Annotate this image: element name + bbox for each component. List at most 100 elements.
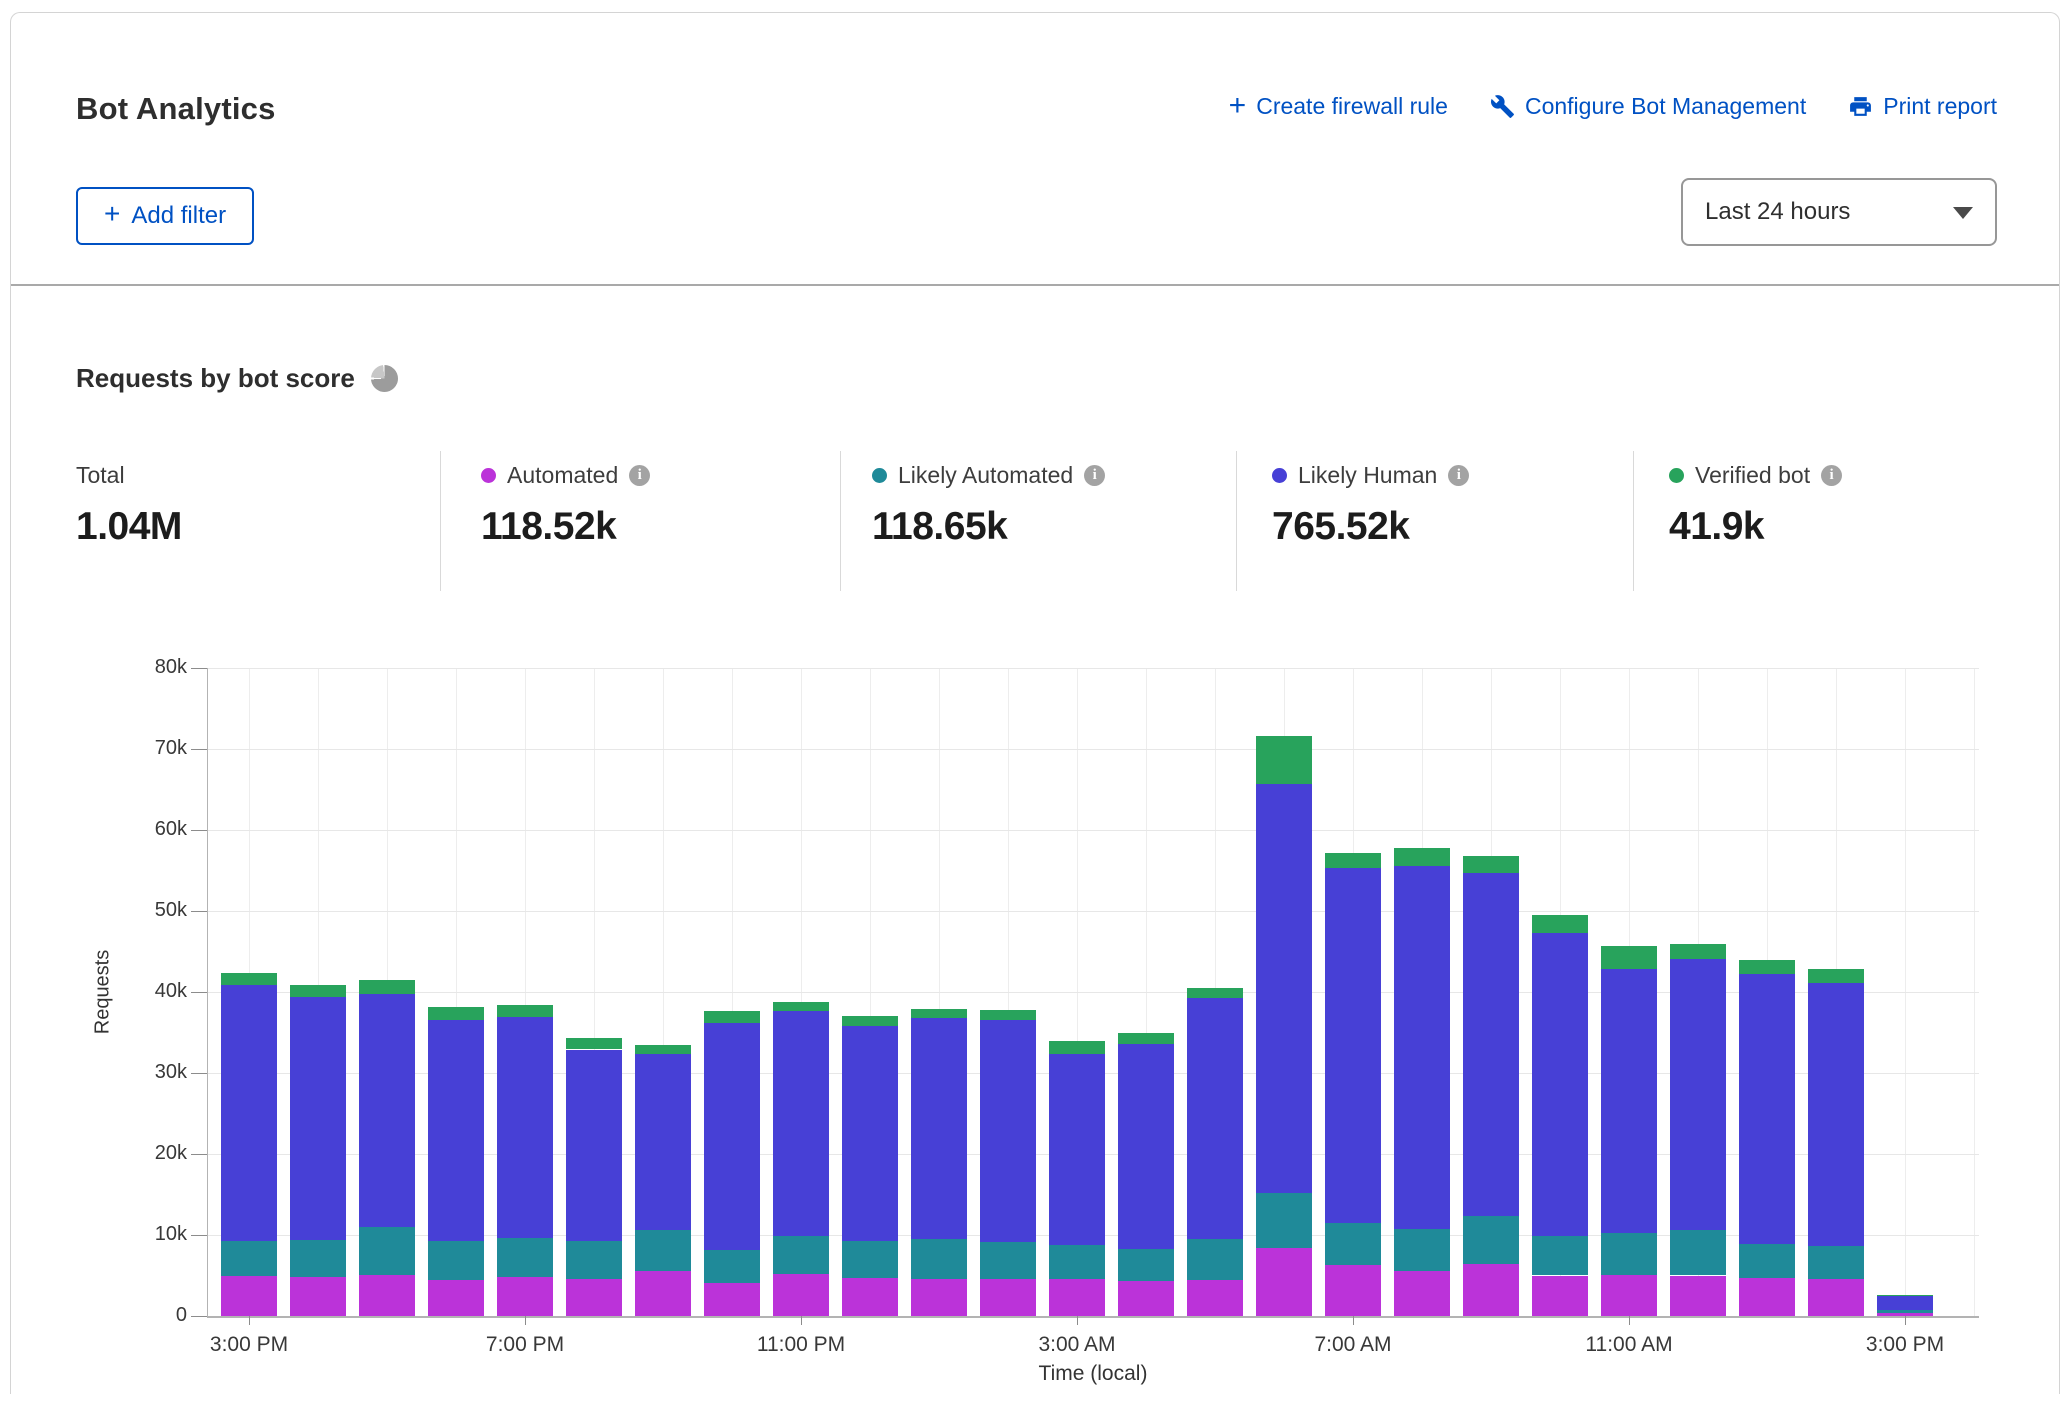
bar-segment-likely-automated [497, 1238, 553, 1277]
bar-segment-likely-human [1256, 784, 1312, 1193]
bot-analytics-page: Bot Analytics + Create firewall rule Con… [0, 0, 2070, 1394]
bar-segment-likely-human [221, 985, 277, 1241]
y-tick-label: 20k [97, 1142, 187, 1165]
print-report-label: Print report [1883, 93, 1997, 120]
bar-segment-likely-human [635, 1054, 691, 1231]
info-icon[interactable]: i [1084, 465, 1105, 486]
bar-segment-verified-bot [497, 1005, 553, 1017]
bar-segment-likely-automated [1325, 1223, 1381, 1265]
stat-label: Automated [507, 462, 618, 489]
y-tick-label: 70k [97, 737, 187, 760]
x-tick [525, 1316, 526, 1325]
bar-segment-likely-automated [842, 1241, 898, 1277]
bar-segment-likely-automated [635, 1230, 691, 1271]
bar-segment-automated [1325, 1265, 1381, 1316]
analytics-card: Bot Analytics + Create firewall rule Con… [10, 12, 2060, 1394]
bar-segment-automated [1532, 1276, 1588, 1317]
create-firewall-rule-link[interactable]: + Create firewall rule [1229, 93, 1448, 120]
bar-segment-automated [1670, 1276, 1726, 1317]
x-tick [1629, 1316, 1630, 1325]
y-tick-label: 60k [97, 818, 187, 841]
bar-segment-verified-bot [221, 973, 277, 984]
bar-segment-likely-human [704, 1023, 760, 1251]
bar-segment-likely-automated [1256, 1193, 1312, 1248]
stat-label: Likely Human [1298, 462, 1437, 489]
stat-value: 118.65k [872, 505, 1105, 549]
bar-segment-automated [980, 1279, 1036, 1316]
y-tick-label: 0 [97, 1304, 187, 1327]
stat-value: 41.9k [1669, 505, 1842, 549]
page-title: Bot Analytics [76, 91, 276, 127]
x-tick-label: 3:00 PM [179, 1333, 319, 1357]
legend-dot [481, 468, 496, 483]
stat-divider [440, 451, 441, 591]
bar-segment-likely-human [1187, 998, 1243, 1239]
bar-segment-likely-human [1601, 969, 1657, 1234]
stat-head: Verified bot i [1669, 461, 1842, 489]
bar-segment-verified-bot [911, 1009, 967, 1018]
stat-col-total: Total1.04M [76, 461, 182, 549]
bar-segment-verified-bot [704, 1011, 760, 1022]
bar-segment-verified-bot [1739, 960, 1795, 975]
y-tick-label: 50k [97, 899, 187, 922]
y-tick [191, 1316, 207, 1317]
bar-segment-likely-human [1670, 959, 1726, 1230]
x-tick [1905, 1316, 1906, 1325]
bar-segment-likely-human [290, 997, 346, 1240]
add-filter-button[interactable]: + Add filter [76, 187, 254, 245]
stat-label: Likely Automated [898, 462, 1073, 489]
card-header: Bot Analytics + Create firewall rule Con… [11, 13, 2059, 286]
x-tick-label: 7:00 AM [1283, 1333, 1423, 1357]
x-tick-label: 3:00 AM [1007, 1333, 1147, 1357]
header-actions: + Create firewall rule Configure Bot Man… [1229, 93, 1997, 120]
stat-divider [840, 451, 841, 591]
bar-segment-automated [1463, 1264, 1519, 1316]
bar-segment-automated [1118, 1281, 1174, 1316]
legend-dot [872, 468, 887, 483]
requests-by-bot-score-chart: Requests Time (local) 010k20k30k40k50k60… [11, 613, 2070, 1407]
stat-divider [1633, 451, 1634, 591]
bar-segment-automated [842, 1278, 898, 1316]
bar-segment-verified-bot [1256, 736, 1312, 784]
bar-segment-verified-bot [1325, 853, 1381, 868]
bar-segment-likely-automated [359, 1227, 415, 1275]
bar-segment-likely-automated [221, 1241, 277, 1277]
x-tick [1077, 1316, 1078, 1325]
time-range-select[interactable]: Last 24 hours [1681, 178, 1997, 246]
bar-segment-likely-automated [1463, 1216, 1519, 1264]
configure-bot-management-link[interactable]: Configure Bot Management [1490, 93, 1806, 120]
info-icon[interactable]: i [1821, 465, 1842, 486]
info-icon[interactable]: i [1448, 465, 1469, 486]
bar-segment-verified-bot [1808, 969, 1864, 984]
y-tick-label: 30k [97, 1061, 187, 1084]
bar-segment-likely-automated [566, 1241, 622, 1279]
bar-segment-automated [221, 1276, 277, 1316]
plus-icon: + [1229, 96, 1247, 116]
x-tick [1353, 1316, 1354, 1325]
bar-segment-likely-human [1739, 974, 1795, 1244]
x-tick [801, 1316, 802, 1325]
info-icon[interactable]: i [629, 465, 650, 486]
bar-segment-likely-automated [428, 1241, 484, 1279]
bar-segment-verified-bot [566, 1038, 622, 1049]
y-tick [191, 830, 207, 831]
bar-segment-likely-automated [1118, 1249, 1174, 1281]
bar-segment-likely-human [980, 1020, 1036, 1242]
chevron-down-icon [1953, 207, 1973, 219]
time-range-value: Last 24 hours [1683, 198, 1850, 226]
bar-segment-automated [1256, 1248, 1312, 1316]
stat-value: 765.52k [1272, 505, 1469, 549]
stat-col-likely-automated: Likely Automated i 118.65k [872, 461, 1105, 549]
create-firewall-rule-label: Create firewall rule [1256, 93, 1448, 120]
x-axis-title: Time (local) [1039, 1362, 1148, 1386]
stat-label: Verified bot [1695, 462, 1810, 489]
x-tick-label: 11:00 AM [1559, 1333, 1699, 1357]
bar-segment-verified-bot [428, 1007, 484, 1020]
bar-segment-likely-automated [1394, 1229, 1450, 1271]
bar-segment-likely-human [566, 1050, 622, 1241]
print-report-link[interactable]: Print report [1848, 93, 1997, 120]
bar-segment-likely-human [359, 994, 415, 1226]
bar-segment-likely-automated [1532, 1236, 1588, 1276]
bar-segment-automated [428, 1280, 484, 1316]
stat-divider [1236, 451, 1237, 591]
